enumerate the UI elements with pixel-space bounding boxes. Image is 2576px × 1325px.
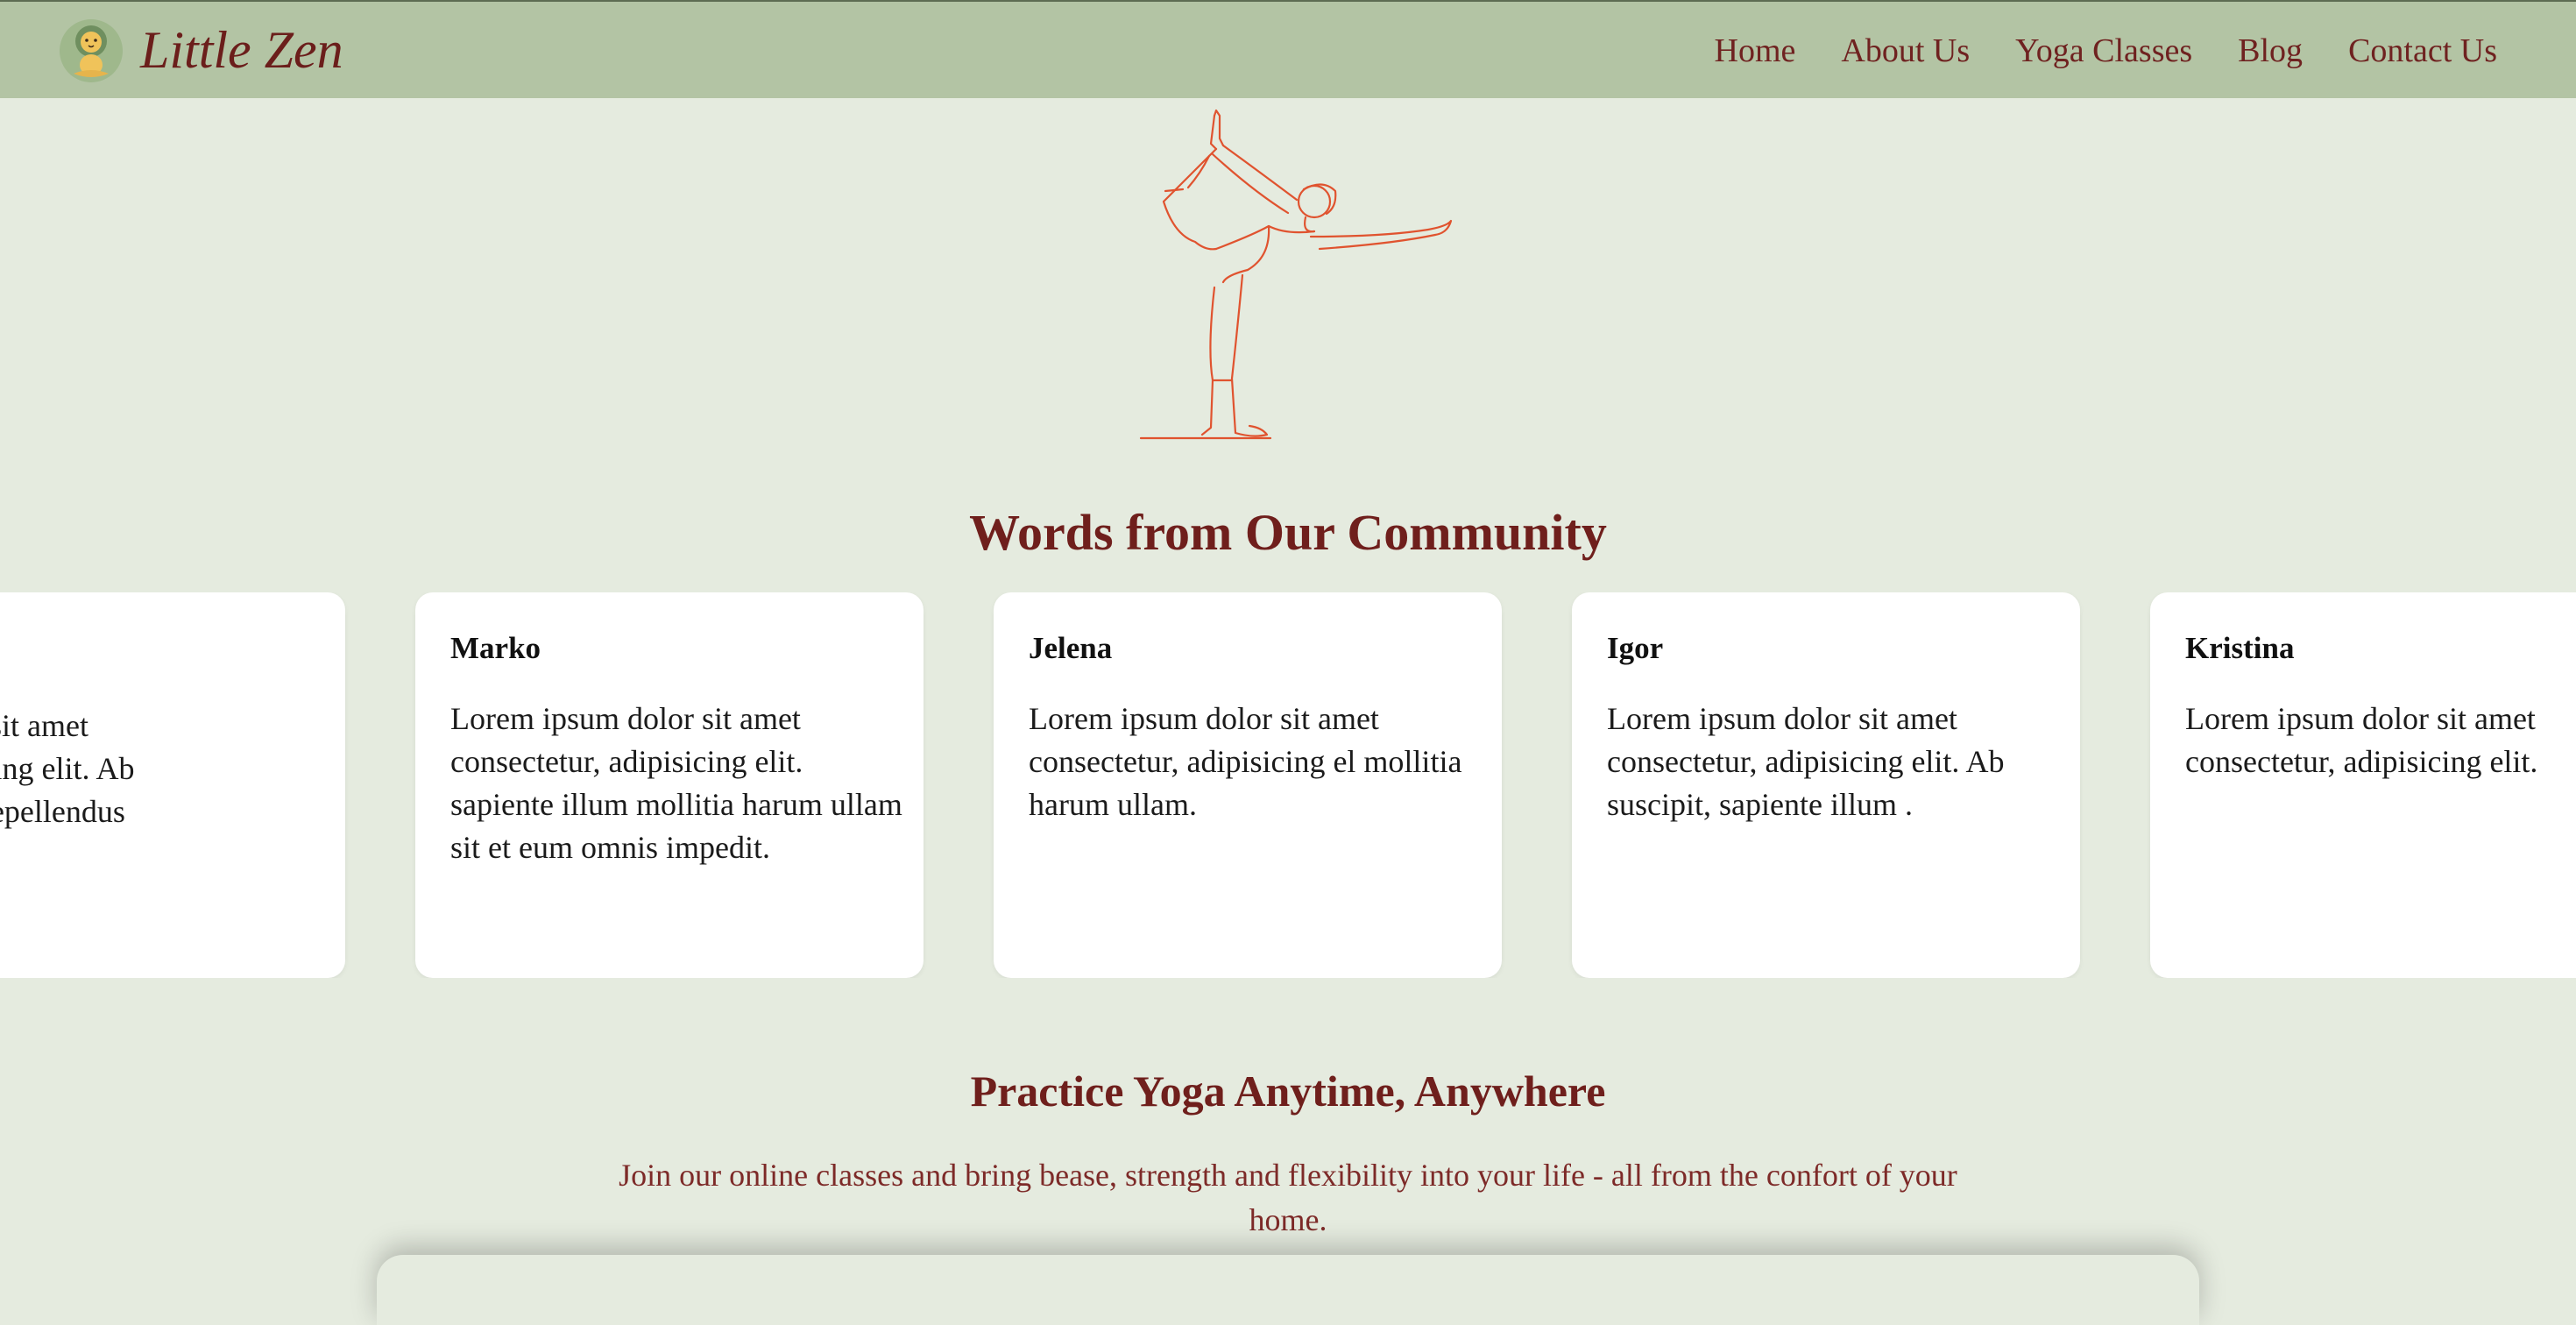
- testimonial-card: Igor Lorem ipsum dolor sit amet consecte…: [1572, 592, 2080, 978]
- testimonial-text: sum dolor sit amet ur, adipisicing elit.…: [0, 708, 135, 829]
- testimonial-author: Igor: [1607, 631, 1664, 665]
- practice-heading: Practice Yoga Anytime, Anywhere: [970, 1066, 1606, 1116]
- nav-about-us[interactable]: About Us: [1841, 28, 1970, 74]
- testimonial-text: Lorem ipsum dolor sit amet consectetur, …: [1607, 701, 2005, 822]
- testimonial-card: sum dolor sit amet ur, adipisicing elit.…: [0, 592, 345, 978]
- testimonial-author: Kristina: [2185, 631, 2295, 665]
- navbar: Little Zen Home About Us Yoga Classes Bl…: [0, 0, 2576, 98]
- nav-contact-us[interactable]: Contact Us: [2348, 28, 2497, 74]
- yoga-pose-illustration: [1139, 109, 1453, 440]
- testimonial-author: Jelena: [1029, 631, 1113, 665]
- testimonial-card: Jelena Lorem ipsum dolor sit amet consec…: [994, 592, 1502, 978]
- testimonial-text: Lorem ipsum dolor sit amet consectetur, …: [2185, 701, 2538, 779]
- testimonial-author: Marko: [450, 631, 541, 665]
- testimonials-carousel[interactable]: sum dolor sit amet ur, adipisicing elit.…: [0, 592, 2576, 978]
- testimonial-text: Lorem ipsum dolor sit amet consectetur, …: [450, 701, 902, 865]
- practice-subtitle: Join our online classes and bring bease,…: [619, 1158, 1957, 1237]
- nav-blog[interactable]: Blog: [2238, 28, 2303, 74]
- main-nav: Home About Us Yoga Classes Blog Contact …: [1715, 28, 2497, 74]
- brand-name[interactable]: Little Zen: [140, 21, 343, 79]
- nav-yoga-classes[interactable]: Yoga Classes: [2015, 28, 2192, 74]
- testimonial-card: Kristina Lorem ipsum dolor sit amet cons…: [2150, 592, 2576, 978]
- lion-logo-icon[interactable]: [58, 18, 124, 84]
- testimonial-text: Lorem ipsum dolor sit amet consectetur, …: [1029, 701, 1462, 822]
- classes-panel: [377, 1255, 2199, 1325]
- nav-home[interactable]: Home: [1715, 28, 1796, 74]
- testimonial-card: Marko Lorem ipsum dolor sit amet consect…: [415, 592, 924, 978]
- testimonials-heading: Words from Our Community: [969, 504, 1607, 561]
